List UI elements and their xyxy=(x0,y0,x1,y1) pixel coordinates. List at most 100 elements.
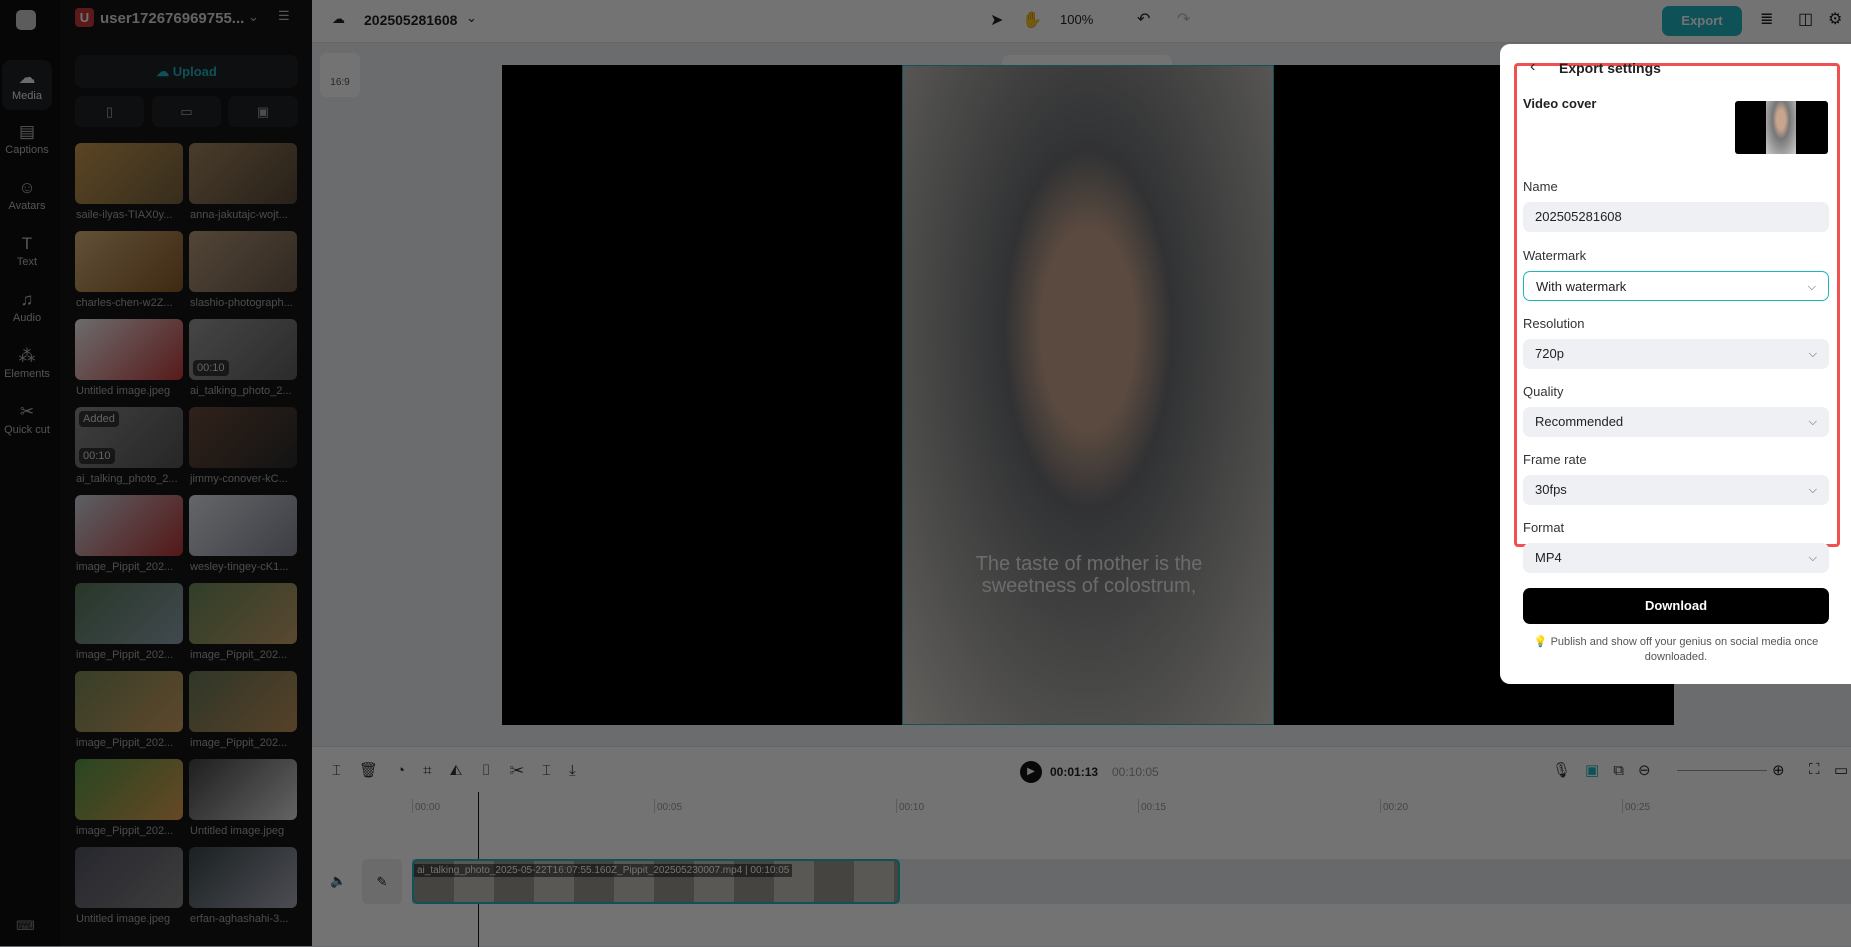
media-thumbnail[interactable] xyxy=(189,143,297,204)
frame-rate-select[interactable]: 30fps⌵ xyxy=(1523,475,1829,505)
rail-label: Audio xyxy=(13,312,41,324)
format-select[interactable]: MP4⌵ xyxy=(1523,543,1829,573)
record-video-button[interactable]: ▭ xyxy=(152,96,221,127)
quality-select[interactable]: Recommended⌵ xyxy=(1523,407,1829,437)
media-thumbnail[interactable] xyxy=(189,671,297,732)
field-label: Quality xyxy=(1523,384,1563,399)
media-item-label: ai_talking_photo_2... xyxy=(76,473,186,485)
tip-label: Publish and show off your genius on soci… xyxy=(1551,636,1819,663)
ruler-tick xyxy=(1138,799,1139,813)
media-thumbnail[interactable] xyxy=(189,583,297,644)
ruler-tick xyxy=(412,799,413,813)
speed-icon[interactable]: ◔ xyxy=(396,762,423,779)
screen-record-button[interactable]: ▣ xyxy=(228,96,298,127)
video-frame-image[interactable]: The taste of mother is the sweetness of … xyxy=(902,65,1274,725)
upload-label: Upload xyxy=(173,64,217,79)
trim-icon[interactable]: ⌶ xyxy=(542,762,569,779)
media-thumbnail[interactable] xyxy=(75,495,183,556)
rail-item-elements[interactable]: ⁂Elements xyxy=(2,346,52,380)
select-value: With watermark xyxy=(1536,279,1626,294)
rail-item-text[interactable]: TText xyxy=(2,234,52,268)
zoom-select[interactable]: 100% xyxy=(1060,12,1093,27)
export-button[interactable]: Export xyxy=(1662,6,1742,36)
video-clip[interactable]: ai_talking_photo_2025-05-22T16:07:55.160… xyxy=(412,859,900,904)
monitor-icon[interactable]: ▭ xyxy=(1834,761,1848,779)
split-icon[interactable]: ⌶ xyxy=(332,762,359,779)
sort-icon[interactable]: ☰ xyxy=(278,8,290,24)
media-thumbnail[interactable] xyxy=(75,759,183,820)
media-thumbnail[interactable] xyxy=(189,495,297,556)
cloud-upload-icon: ☁ xyxy=(156,64,169,79)
select-pointer-icon[interactable]: ➤ xyxy=(990,10,1003,30)
upload-button[interactable]: ☁ Upload xyxy=(75,55,298,88)
zoom-in-icon[interactable]: ⊕ xyxy=(1772,761,1785,779)
media-item-label: saile-ilyas-TIAX0y... xyxy=(76,209,186,221)
total-time: 00:10:05 xyxy=(1112,765,1159,779)
mirror-icon[interactable]: ◭ xyxy=(450,762,481,779)
timeline-tools: ⌶🗑◔⌗◭▯✂⌶⤓ xyxy=(332,761,594,779)
delete-icon[interactable]: 🗑 xyxy=(359,762,396,779)
phone-upload-button[interactable]: ▯ xyxy=(75,96,144,127)
chevron-down-icon[interactable]: ⌄ xyxy=(248,9,259,25)
remove-bg-icon[interactable]: ✂ xyxy=(510,762,542,779)
media-thumbnail[interactable] xyxy=(75,671,183,732)
media-thumbnail[interactable] xyxy=(189,847,297,908)
media-thumbnail[interactable] xyxy=(75,319,183,380)
media-item-label: image_Pippit_202... xyxy=(76,737,186,749)
name-input[interactable]: 202505281608 xyxy=(1523,202,1829,232)
volume-icon[interactable]: 🔈 xyxy=(330,873,346,889)
hand-icon[interactable]: ✋ xyxy=(1022,10,1042,30)
crop-icon[interactable]: ⌗ xyxy=(423,762,449,779)
caption-text[interactable]: The taste of mother is the sweetness of … xyxy=(903,553,1275,597)
download-icon[interactable]: ⤓ xyxy=(569,762,594,779)
chevron-down-icon: ⌵ xyxy=(1809,407,1817,437)
keyboard-icon[interactable]: ⌨ xyxy=(16,918,35,934)
rail-label: Elements xyxy=(4,368,50,380)
media-thumbnail[interactable] xyxy=(75,847,183,908)
freeze-icon[interactable]: ▯ xyxy=(480,762,509,779)
media-thumbnail[interactable] xyxy=(189,759,297,820)
zoom-slider[interactable] xyxy=(1677,770,1767,771)
username[interactable]: user172676969755... xyxy=(100,10,244,27)
aspect-ratio-button[interactable]: 16:9 xyxy=(320,53,360,97)
ruler-label: 00:05 xyxy=(657,802,682,813)
settings-icon[interactable]: ⚙ xyxy=(1828,9,1842,29)
media-thumbnail[interactable] xyxy=(189,407,297,468)
redo-icon[interactable]: ↷ xyxy=(1177,9,1190,29)
music-icon: ♫ xyxy=(2,290,52,310)
rail-item-avatars[interactable]: ☺Avatars xyxy=(2,178,52,212)
media-thumbnail[interactable] xyxy=(75,583,183,644)
lightbulb-icon: 💡 xyxy=(1534,636,1548,648)
media-thumbnail[interactable] xyxy=(75,143,183,204)
rail-item-captions[interactable]: ▤Captions xyxy=(2,122,52,156)
edit-cover-button[interactable]: ✎ xyxy=(362,859,402,904)
project-name[interactable]: 202505281608 xyxy=(364,12,457,28)
ruler-tick xyxy=(896,799,897,813)
media-thumbnail[interactable] xyxy=(189,231,297,292)
play-button[interactable]: ▶ xyxy=(1020,761,1042,783)
rail-item-audio[interactable]: ♫ Audio xyxy=(2,290,52,324)
watermark-select[interactable]: With watermark⌵ xyxy=(1523,271,1829,301)
chevron-down-icon[interactable]: ⌄ xyxy=(466,10,477,26)
layers-icon[interactable]: ≣ xyxy=(1760,9,1773,29)
undo-icon[interactable]: ↶ xyxy=(1137,9,1150,29)
field-label: Watermark xyxy=(1523,248,1586,263)
back-icon[interactable]: ‹ xyxy=(1530,58,1535,76)
microphone-icon[interactable]: 🎙 xyxy=(1552,762,1585,779)
snap-icon[interactable]: ▣ xyxy=(1585,762,1613,779)
rail-item-quick-cut[interactable]: ✂Quick cut xyxy=(2,402,52,436)
panel-toggle-icon[interactable]: ◫ xyxy=(1798,9,1813,29)
media-thumbnail[interactable] xyxy=(75,231,183,292)
avatar[interactable]: U xyxy=(75,8,94,27)
zoom-out-icon[interactable]: ⊖ xyxy=(1638,762,1665,779)
top-bar: ☁ 202505281608 ⌄ ➤ ✋ 100% ↶ ↷ Export ≣ ◫… xyxy=(312,0,1851,43)
resolution-select[interactable]: 720p⌵ xyxy=(1523,339,1829,369)
media-thumbnail[interactable]: 00:10 xyxy=(189,319,297,380)
download-button[interactable]: Download xyxy=(1523,588,1829,624)
media-thumbnail[interactable]: 00:10Added xyxy=(75,407,183,468)
rail-item-media[interactable]: ☁Media xyxy=(2,60,52,110)
video-cover-thumbnail[interactable] xyxy=(1735,101,1828,154)
media-item-label: Untitled image.jpeg xyxy=(76,913,186,925)
split-view-icon[interactable]: ⧉ xyxy=(1613,762,1638,779)
fullscreen-icon[interactable]: ⛶ xyxy=(1809,761,1820,778)
